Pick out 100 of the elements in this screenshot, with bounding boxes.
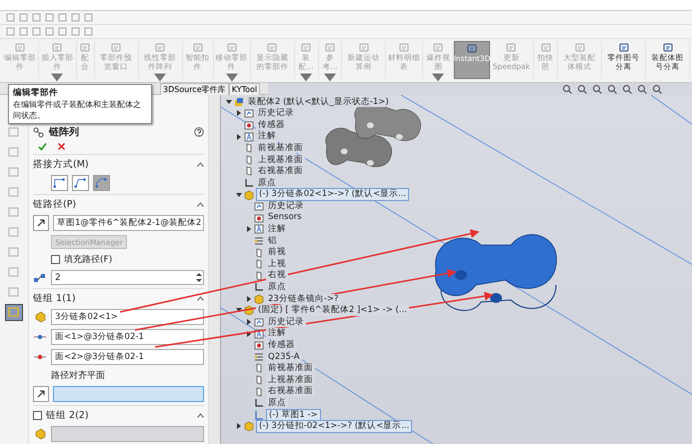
tree-item[interactable]: 右视 — [266, 270, 288, 281]
square-icon[interactable] — [6, 13, 15, 22]
expand-arrow-icon[interactable] — [246, 330, 252, 337]
selection-field[interactable]: 面<2>@3分链条02-1 — [51, 349, 204, 365]
square-icon[interactable] — [19, 13, 28, 22]
tree-item[interactable]: 传感器 — [256, 120, 287, 130]
collapse-arrow-icon[interactable] — [236, 192, 242, 198]
selection-field[interactable]: 面<1>@3分链条02-1 — [51, 329, 204, 345]
document-icon — [324, 42, 336, 53]
document-icon — [505, 42, 518, 53]
field-label: 路径对齐平面 — [50, 370, 106, 382]
material-icon — [254, 352, 264, 362]
collapse-arrow-icon[interactable] — [226, 98, 232, 105]
tree-item[interactable]: (-) 草图1 -> — [266, 408, 321, 422]
collapse-arrow-icon[interactable] — [236, 307, 242, 314]
chain-path-icon — [73, 176, 88, 190]
tree-item[interactable]: 原点 — [266, 282, 288, 293]
chevron-up-icon[interactable] — [197, 202, 204, 207]
chevron-up-icon[interactable] — [197, 162, 204, 167]
link-count-icon — [33, 272, 47, 284]
help-icon[interactable] — [194, 127, 204, 137]
document-icon — [574, 42, 586, 53]
selection-field[interactable] — [51, 426, 204, 442]
tree-item[interactable]: 上视基准面 — [266, 374, 315, 386]
checkbox[interactable] — [51, 255, 60, 264]
square-icon[interactable] — [32, 27, 41, 36]
expand-arrow-icon[interactable] — [236, 110, 242, 116]
square-icon[interactable] — [71, 13, 80, 22]
count-spinner[interactable]: 2 — [51, 270, 204, 285]
scrollbar[interactable] — [208, 95, 220, 444]
document-icon — [618, 42, 630, 53]
part-icon — [244, 421, 254, 432]
tree-item[interactable]: 上视 — [266, 258, 288, 270]
expand-arrow-icon[interactable] — [246, 226, 252, 232]
tree-item[interactable]: 23分链条镜向->? — [266, 294, 341, 304]
tree-item[interactable]: 上视基准面 — [256, 154, 305, 166]
chain-style-button[interactable] — [51, 175, 68, 191]
check-icon[interactable] — [38, 142, 47, 151]
section-heading: 链组 1(1) — [33, 292, 76, 305]
count-value: 2 — [55, 272, 61, 282]
search-icon[interactable] — [562, 84, 572, 94]
close-icon[interactable] — [57, 142, 66, 151]
square-icon[interactable] — [19, 27, 28, 36]
chain-style-button[interactable] — [93, 175, 110, 191]
square-icon[interactable] — [58, 27, 67, 36]
origin-icon — [244, 178, 254, 188]
tree-item[interactable]: 注解 — [266, 328, 288, 339]
expand-arrow-icon[interactable] — [246, 319, 252, 326]
square-icon[interactable] — [58, 13, 67, 22]
square-icon[interactable] — [84, 27, 93, 36]
square-icon[interactable] — [84, 13, 93, 22]
tree-item[interactable]: 右视基准面 — [266, 386, 315, 397]
chain-style-button[interactable] — [72, 175, 89, 191]
square-icon[interactable] — [45, 27, 54, 36]
expand-arrow-icon[interactable] — [236, 134, 242, 140]
square-icon[interactable] — [32, 13, 41, 22]
tab[interactable]: KYTool — [228, 83, 260, 95]
chain-icon — [33, 126, 45, 138]
tree-item[interactable]: 注解 — [266, 224, 288, 235]
section-heading: 链路径(P) — [33, 198, 76, 211]
tree-item[interactable]: 前视 — [266, 247, 288, 258]
chevron-up-icon[interactable] — [197, 413, 204, 418]
document-icon — [14, 42, 26, 53]
tree-item[interactable]: 历史记录 — [256, 108, 296, 119]
chevron-up-icon[interactable] — [197, 296, 204, 301]
path-field[interactable]: 草图1@零件6^装配体2-1@装配体2 — [53, 215, 204, 231]
sensor-icon — [254, 212, 264, 223]
tree-item[interactable]: 原点 — [266, 398, 288, 408]
checkbox-label: 填充路径(F) — [64, 254, 112, 266]
tree-item[interactable]: 装配体2 (默认<默认_显示状态-1>) — [246, 96, 391, 108]
square-icon[interactable] — [6, 27, 15, 36]
tree-item[interactable]: 历史记录 — [266, 316, 306, 328]
square-icon[interactable] — [45, 13, 54, 22]
tree-item[interactable]: 铝 — [266, 236, 279, 246]
tree-item[interactable]: (-) 3分链扣-02<1>->? (默认<显示... — [256, 420, 412, 433]
selection-field[interactable]: 3分链条02<1> — [51, 309, 204, 325]
tree-item[interactable]: 历史记录 — [266, 200, 306, 212]
tree-item[interactable]: 原点 — [256, 178, 278, 188]
tab[interactable]: 3DSource零件库 — [160, 83, 229, 95]
tree-item[interactable]: 前视基准面 — [266, 363, 315, 374]
tooltip-text: 在编辑零件或子装配体和主装配体之间状态。 — [13, 99, 142, 121]
part-icon — [254, 294, 264, 304]
spin-arrows-icon[interactable] — [195, 272, 203, 283]
tree-item[interactable]: 传感器 — [266, 340, 297, 351]
tree-item[interactable]: 前视基准面 — [256, 142, 305, 154]
tree-item[interactable]: Q235-A — [266, 352, 302, 362]
document-icon — [110, 42, 122, 53]
expand-arrow-icon[interactable] — [236, 423, 242, 430]
tree-item[interactable]: (-) 3分链条02<1>->? (默认<显示... — [256, 188, 410, 201]
square-icon[interactable] — [71, 27, 80, 36]
tree-item[interactable]: 右视基准面 — [256, 166, 305, 177]
tree-item[interactable]: (固定) [ 零件6^装配体2 ]<1> -> (... — [256, 305, 409, 316]
expand-arrow-icon[interactable] — [246, 296, 252, 302]
tree-item[interactable]: 注解 — [256, 131, 278, 142]
chain-path-icon — [52, 176, 67, 190]
section-heading: 链组 2(2) — [46, 409, 89, 422]
folder-icon — [244, 108, 254, 118]
plane-field[interactable] — [53, 386, 204, 402]
sketch-icon — [254, 410, 264, 420]
checkbox[interactable] — [33, 411, 42, 420]
